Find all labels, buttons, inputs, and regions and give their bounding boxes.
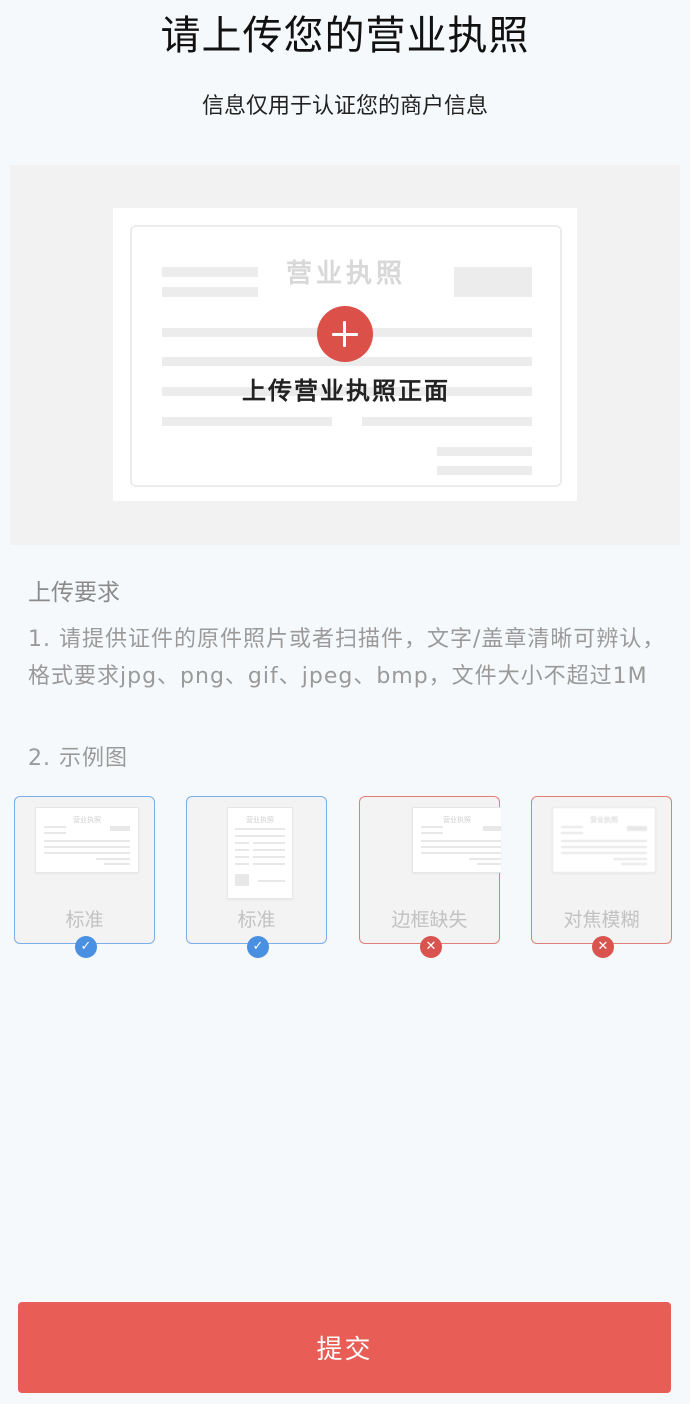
placeholder-line bbox=[162, 417, 332, 426]
license-upload-area[interactable]: 营业执照 上传营业执照正面 bbox=[10, 165, 680, 545]
license-placeholder[interactable]: 营业执照 上传营业执照正面 bbox=[113, 208, 577, 501]
placeholder-line bbox=[162, 267, 258, 277]
check-icon: ✓ bbox=[247, 936, 269, 958]
placeholder-line bbox=[437, 466, 532, 475]
example-label: 标准 bbox=[237, 909, 276, 931]
example-thumbnail-title: 营业执照 bbox=[246, 816, 274, 824]
example-thumbnail: 营业执照 bbox=[227, 807, 293, 899]
placeholder-line bbox=[362, 417, 532, 426]
example-label: 边框缺失 bbox=[391, 909, 468, 931]
license-card: 营业执照 上传营业执照正面 bbox=[130, 225, 562, 487]
example-standard-landscape: 营业执照 标准 ✓ bbox=[14, 796, 155, 958]
placeholder-stamp bbox=[454, 267, 532, 297]
check-icon: ✓ bbox=[75, 936, 97, 958]
example-thumbnail: 营业执照 bbox=[35, 807, 139, 873]
example-label: 标准 bbox=[65, 909, 104, 931]
cross-icon: ✕ bbox=[420, 936, 442, 958]
example-thumbnail-title: 营业执照 bbox=[73, 816, 101, 824]
example-thumbnail-title: 营业执照 bbox=[590, 816, 618, 824]
example-thumbnail: 营业执照 bbox=[552, 807, 656, 873]
placeholder-line bbox=[437, 447, 532, 456]
cross-icon: ✕ bbox=[592, 936, 614, 958]
placeholder-line bbox=[162, 287, 258, 297]
example-images: 营业执照 标准 ✓ 营业执照 标准 ✓ 营业执照 边框缺失 ✕ 营业执照 对焦模… bbox=[14, 796, 678, 966]
example-thumbnail: 营业执照 bbox=[412, 807, 501, 873]
example-missing-border: 营业执照 边框缺失 ✕ bbox=[359, 796, 501, 958]
example-standard-portrait: 营业执照 标准 ✓ bbox=[186, 796, 327, 958]
example-thumbnail-title: 营业执照 bbox=[443, 816, 471, 824]
add-license-button[interactable] bbox=[317, 306, 373, 362]
submit-button[interactable]: 提交 bbox=[18, 1302, 671, 1393]
example-blurry: 营业执照 对焦模糊 ✕ bbox=[531, 796, 672, 958]
page-title: 请上传您的营业执照 bbox=[160, 13, 530, 59]
upload-license-label[interactable]: 上传营业执照正面 bbox=[132, 371, 560, 406]
example-label: 对焦模糊 bbox=[563, 909, 640, 931]
page-subtitle: 信息仅用于认证您的商户信息 bbox=[201, 94, 488, 119]
requirement-example-text: 2. 示例图 bbox=[28, 746, 128, 771]
requirements-title: 上传要求 bbox=[28, 580, 120, 606]
requirement-format-text: 1. 请提供证件的原件照片或者扫描件，文字/盖章清晰可辨认，格式要求jpg、pn… bbox=[28, 627, 666, 689]
